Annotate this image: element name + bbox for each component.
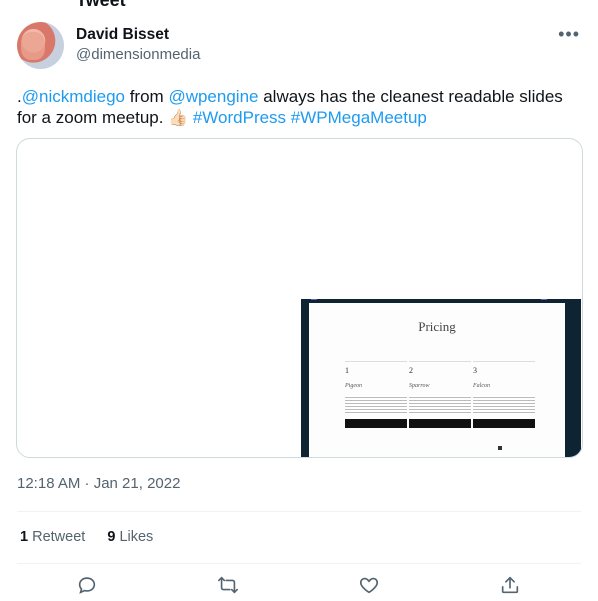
author-handle[interactable]: @dimensionmedia xyxy=(76,46,200,63)
likes-count: 9 xyxy=(107,529,116,545)
mention-wpengine[interactable]: @wpengine xyxy=(168,87,258,106)
share-icon[interactable] xyxy=(499,574,521,596)
retweets-label: Retweet xyxy=(32,529,86,545)
slide-screenshot: Pricing 1 Pigeon 2 Sparrow 3 Falcon xyxy=(301,299,581,457)
tweet-actions xyxy=(0,574,598,600)
slide-content: Pricing 1 Pigeon 2 Sparrow 3 Falcon xyxy=(309,303,565,457)
thumbs-up-emoji: 👍🏻 xyxy=(168,110,189,127)
retweet-icon[interactable] xyxy=(217,574,239,596)
slide-marker xyxy=(498,446,502,450)
slide-column: 1 Pigeon xyxy=(345,361,407,428)
slide-title: Pricing xyxy=(418,319,456,334)
slide-column-tier: Pigeon xyxy=(345,383,362,389)
slide-column-number: 1 xyxy=(345,366,349,375)
reply-icon[interactable] xyxy=(76,574,98,596)
slide-column-button xyxy=(345,419,407,428)
slide-column: 2 Sparrow xyxy=(409,361,471,428)
divider xyxy=(17,511,581,512)
retweets-stat[interactable]: 1 Retweet xyxy=(20,529,85,545)
slide-column-tier: Sparrow xyxy=(409,383,430,389)
mention-nickmdiego[interactable]: @nickmdiego xyxy=(22,87,125,106)
hashtag-wpmegameetup[interactable]: #WPMegaMeetup xyxy=(291,108,427,127)
tweet-stats: 1 Retweet 9 Likes xyxy=(20,529,153,545)
slide-column-tier: Falcon xyxy=(473,383,490,389)
hashtag-wordpress[interactable]: #WordPress xyxy=(193,108,286,127)
more-icon[interactable]: ••• xyxy=(558,24,580,45)
slide-column-button xyxy=(473,419,535,428)
tweet-text: .@nickmdiego from @wpengine always has t… xyxy=(17,86,585,129)
tweet-media[interactable]: Pricing 1 Pigeon 2 Sparrow 3 Falcon xyxy=(16,138,583,458)
tweet-timestamp[interactable]: 12:18 AM · Jan 21, 2022 xyxy=(17,475,180,492)
author-name[interactable]: David Bisset xyxy=(76,26,169,44)
divider xyxy=(17,563,581,564)
slide-top-mark xyxy=(541,299,547,300)
likes-stat[interactable]: 9 Likes xyxy=(107,529,153,545)
slide-column-button xyxy=(409,419,471,428)
tweet-text-part1: from xyxy=(124,87,169,106)
like-icon[interactable] xyxy=(358,574,380,596)
page-title-partial: Tweet xyxy=(76,0,126,10)
slide-column-number: 2 xyxy=(409,366,413,375)
slide-top-mark xyxy=(311,299,317,300)
likes-label: Likes xyxy=(119,529,154,545)
slide-column: 3 Falcon xyxy=(473,361,535,428)
slide-column-number: 3 xyxy=(473,366,477,375)
avatar[interactable] xyxy=(17,22,64,69)
retweets-count: 1 xyxy=(20,529,29,545)
